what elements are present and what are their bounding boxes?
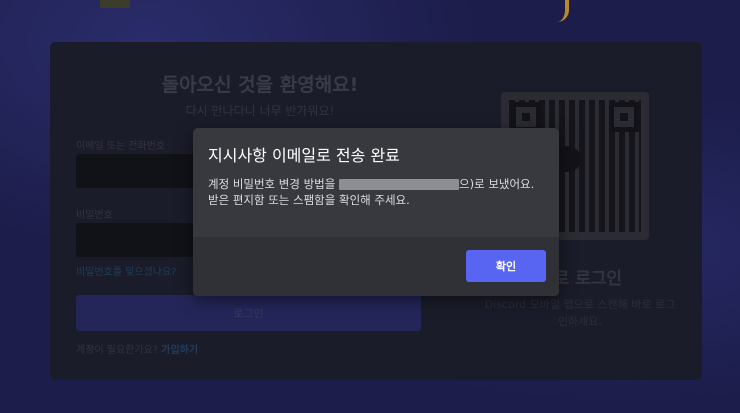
modal-footer: 확인 — [193, 237, 559, 296]
register-prompt-text: 계정이 필요한가요? — [76, 345, 159, 356]
login-title: 돌아오신 것을 환영해요! — [161, 74, 359, 96]
register-link[interactable]: 가입하기 — [161, 345, 198, 356]
modal-title: 지시사항 이메일로 전송 완료 — [208, 146, 400, 165]
qr-finder — [609, 102, 639, 132]
modal-body-prefix: 계정 비밀번호 변경 방법을 — [208, 177, 336, 191]
login-button[interactable]: 로그인 — [76, 295, 421, 331]
password-label: 비밀번호 — [76, 210, 113, 221]
confirm-button[interactable]: 확인 — [466, 250, 546, 282]
modal-body: 계정 비밀번호 변경 방법을 으)로 보냈어요. 받은 편지함 또는 스팸함을 … — [208, 176, 548, 208]
instructions-sent-modal: 지시사항 이메일로 전송 완료 계정 비밀번호 변경 방법을 으)로 보냈어요.… — [193, 128, 559, 296]
login-subtitle: 다시 만나다니 너무 반가워요! — [185, 104, 335, 118]
email-label: 이메일 또는 전화번호 — [76, 141, 166, 152]
register-prompt: 계정이 필요한가요? 가입하기 — [76, 341, 198, 356]
redacted-email — [339, 179, 460, 190]
forgot-password-link[interactable]: 비밀번호를 잊으셨나요? — [76, 263, 177, 278]
qr-description: Discord 모바일 앱으로 스캔해 바로 로그인하세요. — [484, 298, 676, 328]
background-decoration — [100, 0, 130, 8]
